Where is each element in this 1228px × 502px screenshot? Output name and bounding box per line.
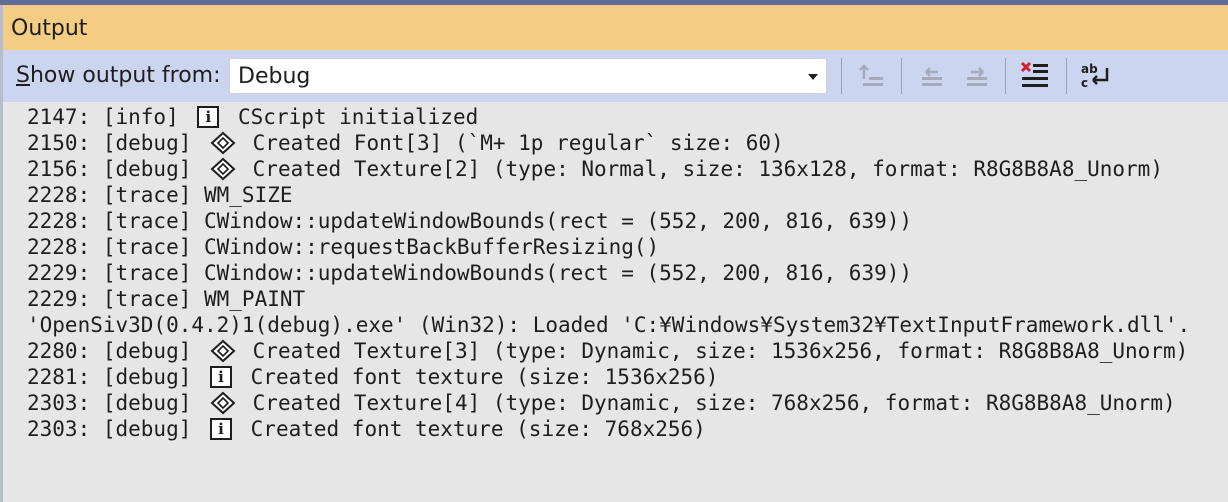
output-line: 2281: [debug] i Created font texture (si… bbox=[27, 364, 718, 390]
output-line: 'OpenSiv3D(0.4.2)1(debug).exe' (Win32): … bbox=[27, 312, 1190, 338]
line-text: 'OpenSiv3D(0.4.2)1(debug).exe' (Win32): … bbox=[27, 313, 1191, 337]
info-icon: i bbox=[210, 418, 233, 440]
diamond-icon bbox=[210, 131, 236, 155]
line-message: Created font texture (size: 768x256) bbox=[238, 417, 706, 441]
line-message: Created Texture[2] (type: Normal, size: … bbox=[240, 157, 1163, 181]
line-message: CScript initialized bbox=[225, 105, 479, 129]
previous-message-icon bbox=[922, 67, 942, 86]
diamond-icon bbox=[210, 157, 236, 181]
toolbar-separator bbox=[841, 58, 842, 94]
output-line: 2156: [debug] Created Texture[2] (type: … bbox=[27, 156, 1163, 182]
line-message: Created Texture[4] (type: Dynamic, size:… bbox=[240, 391, 1176, 415]
output-panel-header[interactable]: Output bbox=[3, 5, 1228, 50]
next-message-button[interactable] bbox=[959, 58, 995, 94]
toolbar-separator bbox=[1005, 58, 1006, 94]
line-text: 2303: [debug] bbox=[27, 417, 205, 441]
accelerator-key: S bbox=[16, 63, 30, 88]
clear-all-button[interactable] bbox=[1017, 58, 1053, 94]
info-icon: i bbox=[197, 106, 220, 128]
output-source-dropdown[interactable]: Debug bbox=[229, 58, 827, 94]
word-wrap-icon: ab c bbox=[1081, 62, 1109, 90]
line-message: Created font texture (size: 1536x256) bbox=[238, 365, 719, 389]
output-toolbar: Show output from: Debug ab c bbox=[3, 50, 1228, 102]
line-text: 2229: [trace] CWindow::updateWindowBound… bbox=[27, 261, 913, 285]
output-line: 2229: [trace] WM_PAINT bbox=[27, 286, 305, 312]
line-text: 2150: [debug] bbox=[27, 131, 205, 155]
output-line: 2280: [debug] Created Texture[3] (type: … bbox=[27, 338, 1188, 364]
svg-text:c: c bbox=[1081, 76, 1088, 90]
goto-code-icon bbox=[859, 64, 883, 86]
output-line: 2228: [trace] WM_SIZE bbox=[27, 182, 293, 208]
output-line: 2229: [trace] CWindow::updateWindowBound… bbox=[27, 260, 912, 286]
line-text: 2303: [debug] bbox=[27, 391, 205, 415]
line-text: 2229: [trace] WM_PAINT bbox=[27, 287, 306, 311]
diamond-icon bbox=[210, 391, 236, 415]
line-text: 2156: [debug] bbox=[27, 157, 205, 181]
toolbar-separator bbox=[1066, 58, 1067, 94]
output-line: 2303: [debug] i Created font texture (si… bbox=[27, 416, 706, 442]
line-text: 2147: [info] bbox=[27, 105, 192, 129]
output-line: 2150: [debug] Created Font[3] (`M+ 1p re… bbox=[27, 130, 784, 156]
find-message-in-code-button[interactable] bbox=[855, 58, 891, 94]
show-output-from-label: Show output from: bbox=[16, 63, 221, 89]
toolbar-separator bbox=[901, 58, 902, 94]
output-line: 2147: [info] i CScript initialized bbox=[27, 104, 478, 130]
line-message: Created Font[3] (`M+ 1p regular` size: 6… bbox=[240, 131, 784, 155]
output-line: 2228: [trace] CWindow::requestBackBuffer… bbox=[27, 234, 659, 260]
label-rest: how output from: bbox=[29, 63, 221, 88]
previous-message-button[interactable] bbox=[914, 58, 950, 94]
panel-title: Output bbox=[11, 16, 88, 41]
svg-text:ab: ab bbox=[1081, 62, 1098, 76]
diamond-icon bbox=[210, 339, 236, 363]
next-message-icon bbox=[967, 67, 987, 86]
clear-all-icon bbox=[1020, 61, 1048, 87]
output-line: 2303: [debug] Created Texture[4] (type: … bbox=[27, 390, 1176, 416]
output-line: 2228: [trace] CWindow::updateWindowBound… bbox=[27, 208, 912, 234]
dropdown-selected-value: Debug bbox=[238, 64, 311, 89]
line-message: Created Texture[3] (type: Dynamic, size:… bbox=[240, 339, 1189, 363]
line-text: 2228: [trace] CWindow::updateWindowBound… bbox=[27, 209, 913, 233]
line-text: 2228: [trace] WM_SIZE bbox=[27, 183, 293, 207]
toggle-word-wrap-button[interactable]: ab c bbox=[1077, 58, 1113, 94]
line-text: 2228: [trace] CWindow::requestBackBuffer… bbox=[27, 235, 660, 259]
line-text: 2280: [debug] bbox=[27, 339, 205, 363]
chevron-down-icon[interactable] bbox=[808, 74, 818, 80]
info-icon: i bbox=[210, 366, 233, 388]
output-text-area[interactable]: 2147: [info] i CScript initialized 2150: … bbox=[3, 102, 1228, 502]
line-text: 2281: [debug] bbox=[27, 365, 205, 389]
